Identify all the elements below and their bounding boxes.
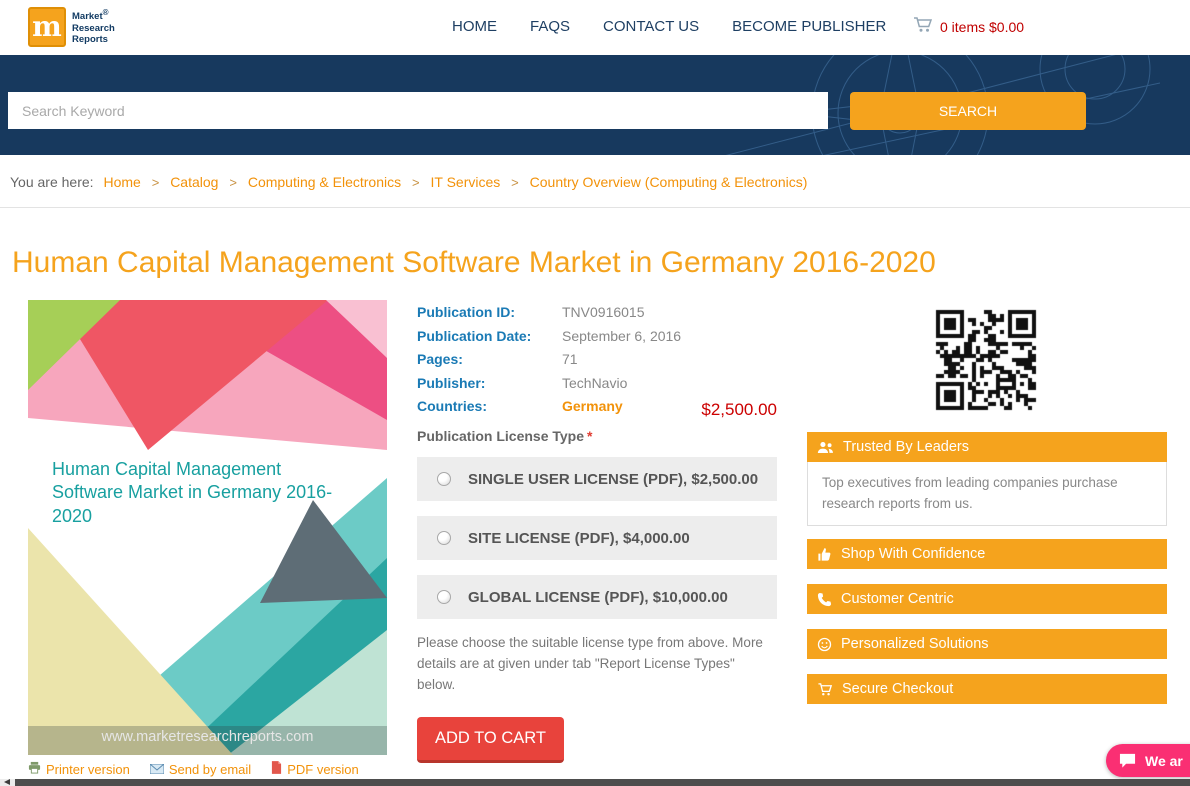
smiley-icon (817, 637, 832, 651)
breadcrumb-separator: > (511, 175, 519, 190)
detail-label: Publisher: (417, 374, 486, 391)
cover-website: www.marketresearchreports.com (101, 729, 314, 745)
detail-label: Publication Date: (417, 327, 532, 344)
nav-item-become-publisher[interactable]: BECOME PUBLISHER (732, 18, 886, 35)
nav-item-faqs[interactable]: FAQS (530, 18, 570, 35)
banner-shop-with-confidence: Shop With Confidence (807, 539, 1167, 569)
logo-line2: Research (72, 22, 115, 34)
phone-icon (817, 592, 832, 606)
printer-icon (28, 761, 41, 777)
license-option-site[interactable]: SITE LICENSE (PDF), $4,000.00 (417, 516, 777, 560)
cart-widget[interactable]: 0 items $0.00 (913, 16, 1024, 38)
detail-value: TechNavio (562, 374, 628, 391)
scrollbar-thumb[interactable] (15, 779, 1190, 786)
required-asterisk: * (587, 428, 593, 444)
scrollbar-left-arrow-icon[interactable] (4, 779, 10, 785)
banner-trusted-by-leaders: Trusted By Leaders (807, 432, 1167, 462)
search-button[interactable]: SEARCH (850, 92, 1086, 130)
license-options: SINGLE USER LICENSE (PDF), $2,500.00 SIT… (417, 457, 777, 634)
pdf-version-label: PDF version (287, 761, 359, 777)
license-type-label: Publication License Type * (417, 428, 592, 444)
license-option-label: GLOBAL LICENSE (PDF), $10,000.00 (468, 588, 728, 606)
breadcrumb-separator: > (229, 175, 237, 190)
breadcrumb-prefix: You are here: (10, 174, 94, 190)
detail-row-publication-date: Publication Date: September 6, 2016 (417, 327, 777, 345)
page: m Market® Research Reports HOME FAQS CON… (0, 0, 1190, 786)
detail-row-publication-id: Publication ID: TNV0916015 (417, 303, 777, 321)
breadcrumb-computing-electronics[interactable]: Computing & Electronics (248, 174, 401, 190)
logo[interactable]: m Market® Research Reports (28, 7, 123, 47)
banner-secure-checkout: Secure Checkout (807, 674, 1167, 704)
banner-label: Shop With Confidence (841, 546, 986, 562)
chat-widget[interactable]: We ar (1106, 744, 1190, 777)
search-band: SEARCH (0, 55, 1190, 155)
nav-item-contact-us[interactable]: CONTACT US (603, 18, 699, 35)
detail-row-publisher: Publisher: TechNavio (417, 374, 777, 392)
detail-label: Publication ID: (417, 304, 515, 320)
logo-line1: Market (72, 11, 103, 23)
add-to-cart-button[interactable]: ADD TO CART (417, 717, 564, 763)
registered-mark: ® (102, 8, 109, 18)
license-type-label-text: Publication License Type (417, 428, 585, 444)
detail-value: 71 (562, 351, 578, 367)
cart-label: 0 items $0.00 (940, 19, 1025, 35)
send-by-email-link[interactable]: Send by email (149, 761, 252, 777)
printer-version-label: Printer version (46, 761, 130, 777)
pdf-icon (271, 761, 282, 777)
header: m Market® Research Reports HOME FAQS CON… (0, 0, 1190, 55)
license-option-label: SITE LICENSE (PDF), $4,000.00 (468, 529, 690, 547)
license-option-label: SINGLE USER LICENSE (PDF), $2,500.00 (468, 470, 759, 488)
send-by-email-label: Send by email (168, 761, 252, 777)
license-option-global[interactable]: GLOBAL LICENSE (PDF), $10,000.00 (417, 575, 777, 619)
pdf-version-link[interactable]: PDF version (271, 761, 359, 777)
cart-icon (818, 682, 833, 695)
detail-value: September 6, 2016 (562, 327, 682, 344)
chat-icon (1119, 753, 1136, 768)
horizontal-scrollbar[interactable] (0, 779, 1190, 786)
banner-personalized-solutions: Personalized Solutions (807, 629, 1167, 659)
chat-label: We ar (1145, 752, 1183, 769)
users-icon (817, 441, 833, 453)
thumbs-up-icon (818, 547, 831, 561)
email-icon (149, 762, 165, 777)
detail-row-pages: Pages: 71 (417, 350, 777, 368)
printer-version-link[interactable]: Printer version (28, 761, 130, 777)
main-nav: HOME FAQS CONTACT US BECOME PUBLISHER (452, 18, 886, 35)
cover-title: Human Capital Management Software Market… (52, 459, 333, 526)
breadcrumb-it-services[interactable]: IT Services (431, 174, 501, 190)
radio-global[interactable] (437, 590, 451, 604)
logo-text: Market® Research Reports (72, 8, 123, 45)
price: $2,500.00 (701, 400, 777, 419)
breadcrumb-home[interactable]: Home (103, 174, 140, 190)
search-input[interactable] (8, 92, 828, 129)
document-actions: Printer version Send by email PDF versio… (28, 761, 359, 777)
banner-label: Customer Centric (841, 591, 954, 607)
radio-single-user[interactable] (437, 472, 451, 486)
cart-icon (913, 16, 933, 38)
report-cover-image: Human Capital Management Software Market… (28, 300, 387, 755)
banner-customer-centric: Customer Centric (807, 584, 1167, 614)
banner-label: Personalized Solutions (841, 636, 989, 652)
breadcrumb-separator: > (412, 175, 420, 190)
radio-site[interactable] (437, 531, 451, 545)
qr-code (934, 308, 1038, 412)
breadcrumb-country-overview[interactable]: Country Overview (Computing & Electronic… (530, 174, 808, 190)
nav-item-home[interactable]: HOME (452, 18, 497, 35)
banner-label: Trusted By Leaders (843, 439, 969, 455)
detail-label: Pages: (417, 351, 463, 367)
logo-mark: m (28, 7, 66, 47)
banner-label: Secure Checkout (842, 681, 954, 697)
license-note: Please choose the suitable license type … (417, 635, 763, 692)
logo-line3: Reports (72, 34, 108, 46)
detail-value: TNV0916015 (562, 304, 645, 320)
breadcrumb-separator: > (151, 175, 160, 190)
breadcrumb: You are here: Home > Catalog > Computing… (0, 155, 1190, 208)
breadcrumb-catalog[interactable]: Catalog (170, 174, 218, 190)
trusted-by-leaders-info: Top executives from leading companies pu… (807, 462, 1167, 526)
page-title: Human Capital Management Software Market… (12, 246, 936, 279)
license-option-single-user[interactable]: SINGLE USER LICENSE (PDF), $2,500.00 (417, 457, 777, 501)
